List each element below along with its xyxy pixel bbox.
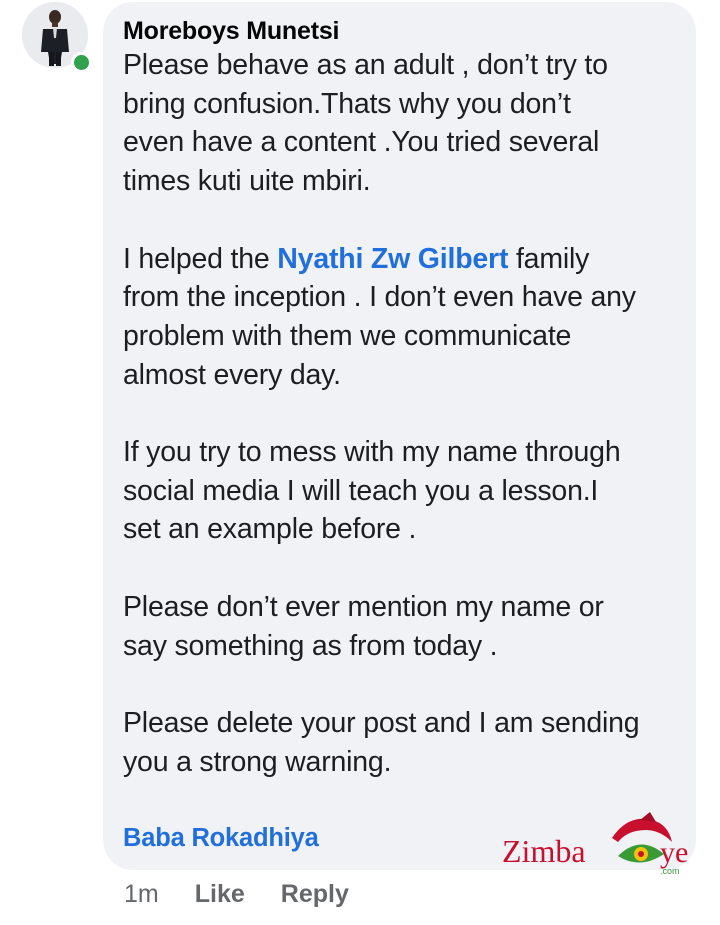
comment-paragraph: I helped the Nyathi Zw Gilbert family fr…: [123, 240, 678, 395]
tagged-user-link[interactable]: Baba Rokadhiya: [123, 824, 319, 853]
comment-paragraph: Please don’t ever mention my name or say…: [123, 588, 678, 665]
comment-line: say something as from today .: [123, 629, 498, 662]
reply-button[interactable]: Reply: [281, 880, 349, 909]
zimbaeye-watermark-logo: Zimba ye .com: [502, 812, 688, 876]
comment-line-prefix: I helped the: [123, 242, 278, 275]
comment-line: Please don’t ever mention my name or: [123, 590, 604, 623]
like-button[interactable]: Like: [195, 880, 245, 909]
online-status-icon: [71, 52, 92, 73]
comment-line-suffix: family: [508, 242, 590, 275]
comment-line: times kuti uite mbiri.: [123, 165, 371, 198]
comment-line: almost every day.: [123, 358, 341, 391]
comment-actions: 1m Like Reply: [124, 880, 349, 909]
comment-timestamp[interactable]: 1m: [124, 880, 159, 909]
watermark-brand-suffix: ye: [660, 836, 688, 869]
comment-paragraph: Please behave as an adult , don’t try to…: [123, 46, 678, 201]
comment-body: Please behave as an adult , don’t try to…: [123, 46, 678, 781]
comment-line: bring confusion.Thats why you don’t: [123, 87, 571, 120]
mention-link-nyathi[interactable]: Nyathi Zw Gilbert: [277, 243, 508, 275]
comment-line: set an example before .: [123, 513, 417, 546]
watermark-domain: .com: [660, 866, 680, 876]
comment-line: Please delete your post and I am sending: [123, 706, 640, 739]
comment-bubble: Moreboys Munetsi Please behave as an adu…: [103, 2, 696, 870]
comment-author-link[interactable]: Moreboys Munetsi: [123, 16, 678, 46]
watermark-brand-prefix: Zimba: [502, 833, 586, 869]
comment-line: you a strong warning.: [123, 745, 392, 778]
comment-line: social media I will teach you a lesson.I: [123, 474, 599, 507]
comment-paragraph: If you try to mess with my name through …: [123, 433, 678, 549]
comment-line: If you try to mess with my name through: [123, 436, 621, 468]
comment-line: even have a content .You tried several: [123, 126, 600, 159]
comment-paragraph: Please delete your post and I am sending…: [123, 704, 678, 781]
comment-line: from the inception . I don’t even have a…: [123, 281, 636, 314]
comment-line: Please behave as an adult , don’t try to: [123, 49, 608, 81]
comment-line: problem with them we communicate: [123, 319, 572, 352]
